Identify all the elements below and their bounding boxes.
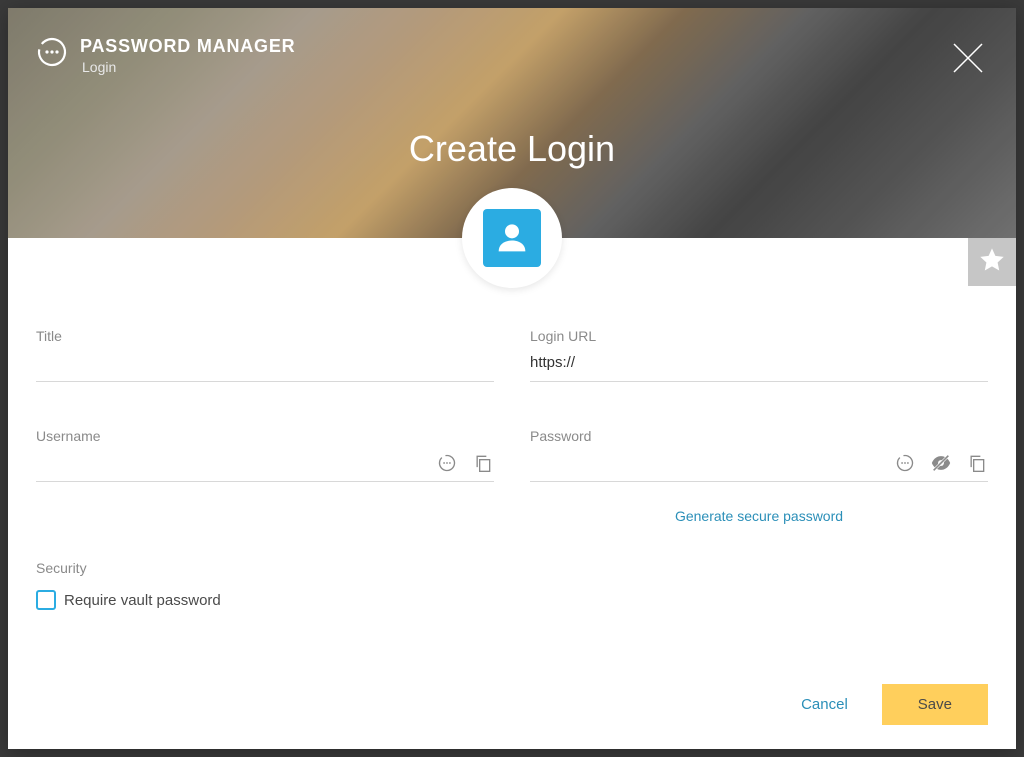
password-field-group: Password bbox=[530, 428, 988, 482]
footer-actions: Cancel Save bbox=[795, 684, 988, 725]
require-vault-checkbox-row[interactable]: Require vault password bbox=[36, 590, 988, 610]
close-icon bbox=[950, 40, 986, 81]
cancel-button[interactable]: Cancel bbox=[795, 686, 854, 723]
title-field-group: Title bbox=[36, 328, 494, 382]
title-input[interactable] bbox=[36, 348, 494, 382]
checkbox-icon bbox=[36, 590, 56, 610]
save-button[interactable]: Save bbox=[882, 684, 988, 725]
brand: PASSWORD MANAGER Login bbox=[36, 36, 295, 75]
generate-password-link[interactable]: Generate secure password bbox=[675, 508, 843, 524]
login-url-input[interactable] bbox=[530, 348, 988, 382]
form-body: Title Login URL Username bbox=[8, 238, 1016, 749]
create-login-modal: PASSWORD MANAGER Login Create Login bbox=[8, 8, 1016, 749]
star-icon bbox=[978, 246, 1006, 279]
brand-logo-icon bbox=[36, 36, 68, 68]
require-vault-label: Require vault password bbox=[64, 592, 221, 609]
copy-icon[interactable] bbox=[472, 452, 494, 474]
title-label: Title bbox=[36, 328, 494, 344]
login-url-label: Login URL bbox=[530, 328, 988, 344]
visibility-off-icon[interactable] bbox=[930, 452, 952, 474]
username-input[interactable] bbox=[36, 448, 494, 482]
page-title: Create Login bbox=[8, 128, 1016, 170]
favorite-button[interactable] bbox=[968, 238, 1016, 286]
security-section: Security Require vault password bbox=[36, 560, 988, 610]
copy-icon[interactable] bbox=[966, 452, 988, 474]
brand-title: PASSWORD MANAGER bbox=[80, 36, 295, 57]
header: PASSWORD MANAGER Login Create Login bbox=[8, 8, 1016, 238]
username-label: Username bbox=[36, 428, 494, 444]
password-label: Password bbox=[530, 428, 988, 444]
person-icon bbox=[483, 209, 541, 267]
avatar[interactable] bbox=[462, 188, 562, 288]
security-heading: Security bbox=[36, 560, 988, 576]
generator-icon[interactable] bbox=[894, 452, 916, 474]
login-url-field-group: Login URL bbox=[530, 328, 988, 382]
close-button[interactable] bbox=[948, 40, 988, 80]
username-field-group: Username bbox=[36, 428, 494, 482]
brand-subtitle: Login bbox=[82, 59, 295, 75]
generator-icon[interactable] bbox=[436, 452, 458, 474]
